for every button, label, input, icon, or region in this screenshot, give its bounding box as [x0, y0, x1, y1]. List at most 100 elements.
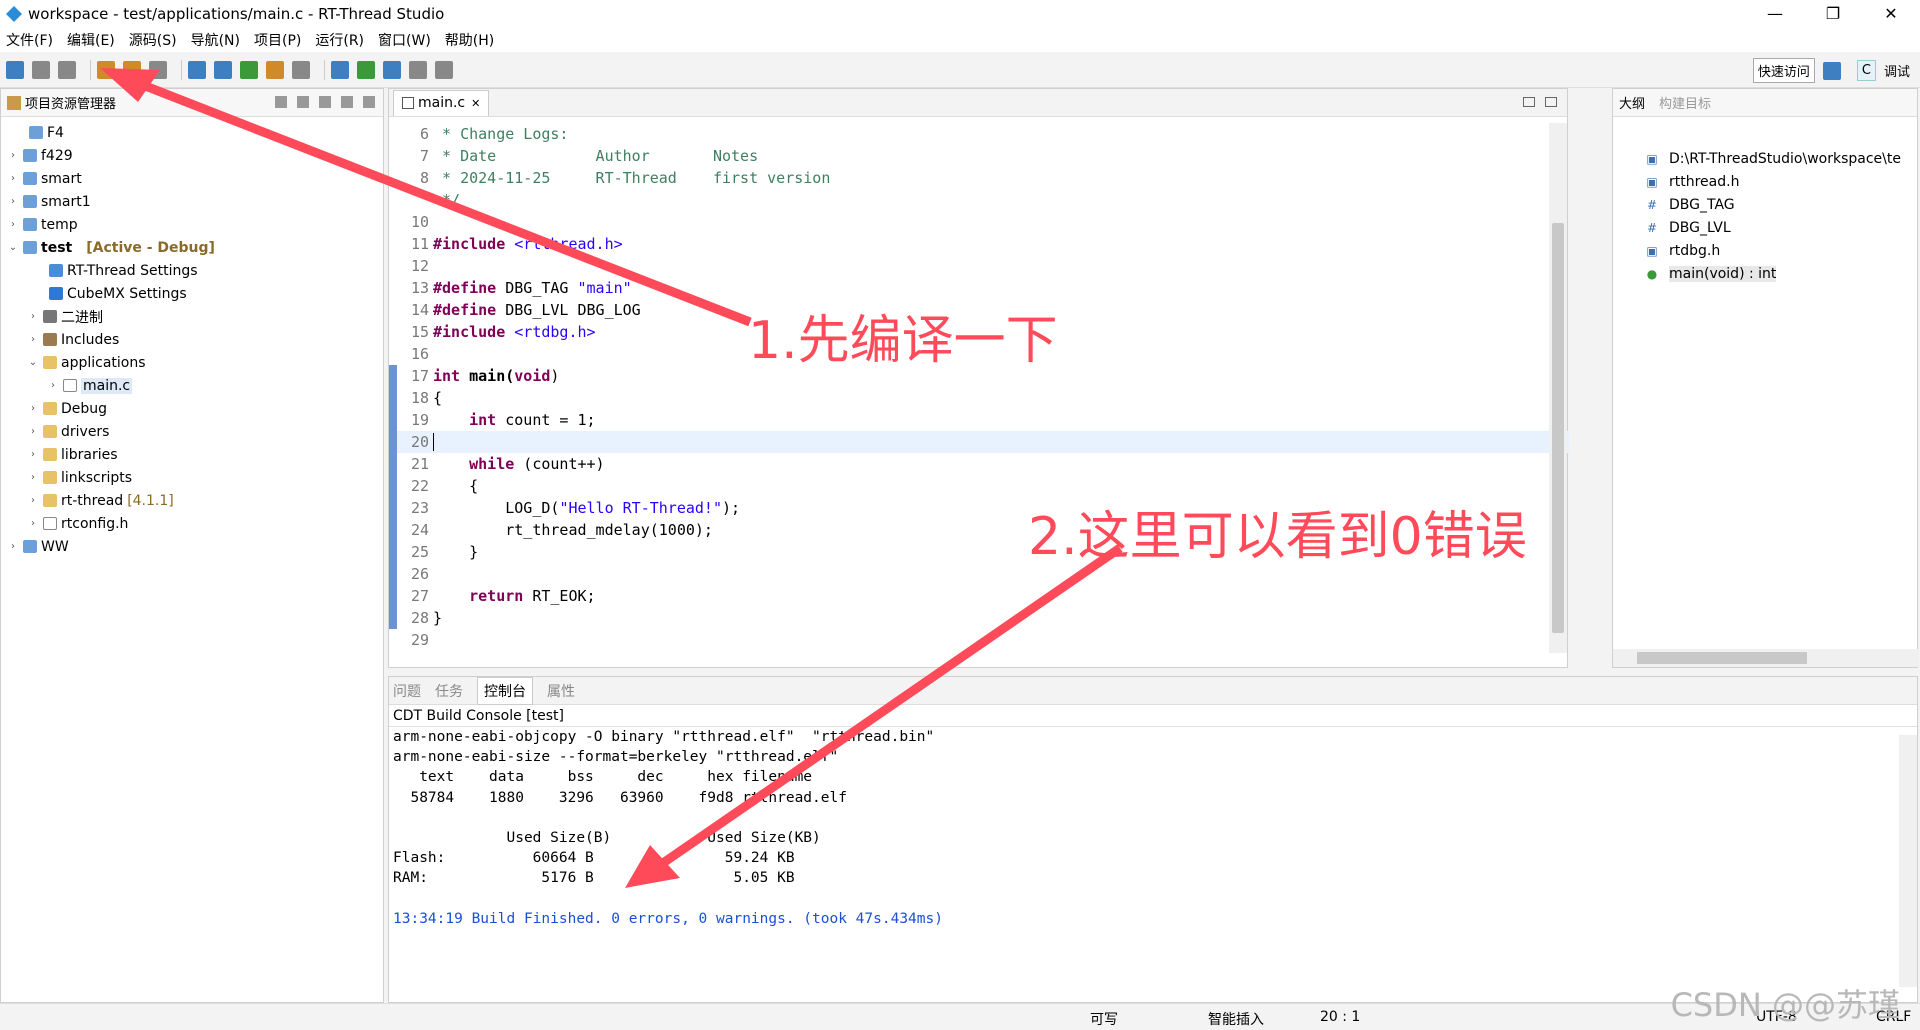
tab-problems[interactable]: 问题 — [393, 681, 421, 701]
console-vertical-scrollbar[interactable] — [1899, 735, 1917, 987]
save-icon[interactable] — [32, 60, 50, 79]
flash-download-icon[interactable] — [357, 60, 375, 79]
link-editor-icon[interactable] — [297, 96, 309, 108]
console-output[interactable]: arm-none-eabi-objcopy -O binary "rtthrea… — [389, 727, 1917, 931]
tree-item[interactable]: ⌄ applications — [1, 351, 383, 374]
editor-vertical-scrollbar[interactable] — [1549, 123, 1567, 653]
tree-item[interactable]: › Includes — [1, 328, 383, 351]
chevron-right-icon[interactable]: › — [27, 311, 39, 322]
tree-item[interactable]: F4 — [1, 121, 383, 144]
terminal-icon[interactable] — [188, 60, 206, 79]
tree-item[interactable]: › smart1 — [1, 190, 383, 213]
chevron-right-icon[interactable]: › — [7, 173, 19, 184]
tab-tasks[interactable]: 任务 — [435, 681, 463, 701]
outline-item[interactable]: ▣ rtthread.h — [1613, 170, 1917, 193]
chevron-right-icon[interactable]: › — [27, 518, 39, 529]
code-area[interactable]: 6 * Change Logs: 7 * Date Author Notes 8… — [389, 123, 1569, 653]
clean-icon[interactable] — [149, 60, 167, 79]
tree-item[interactable]: › 二进制 — [1, 305, 383, 328]
maximize-view-icon[interactable] — [1545, 97, 1557, 107]
tree-item[interactable]: › WW — [1, 535, 383, 558]
tree-item[interactable]: › rt-thread [4.1.1] — [1, 489, 383, 512]
project-explorer-tab[interactable]: 项目资源管理器 — [1, 89, 383, 117]
chevron-down-icon[interactable]: ⌄ — [7, 242, 19, 253]
outline-item[interactable]: ▣ D:\RT-ThreadStudio\workspace\te — [1613, 147, 1917, 170]
outline-item[interactable]: # DBG_TAG — [1613, 193, 1917, 216]
chevron-right-icon[interactable]: › — [7, 219, 19, 230]
search-icon[interactable] — [292, 60, 310, 79]
tab-console[interactable]: 控制台 — [477, 676, 533, 705]
menu-bar: 文件(F) 编辑(E) 源码(S) 导航(N) 项目(P) 运行(R) 窗口(W… — [0, 28, 1920, 52]
tree-item-selected[interactable]: › main.c — [1, 374, 383, 397]
chevron-right-icon[interactable]: › — [27, 472, 39, 483]
debug-bug-icon[interactable] — [240, 60, 258, 79]
scroll-thumb[interactable] — [1552, 223, 1564, 633]
chevron-right-icon[interactable]: › — [27, 426, 39, 437]
close-button[interactable]: ✕ — [1862, 0, 1920, 28]
new-icon[interactable] — [6, 60, 24, 79]
layers-icon[interactable] — [383, 60, 401, 79]
open-perspective-icon[interactable] — [1822, 61, 1841, 80]
tree-item[interactable]: › f429 — [1, 144, 383, 167]
menu-help[interactable]: 帮助(H) — [445, 30, 494, 50]
chevron-right-icon[interactable]: › — [7, 541, 19, 552]
build-hammer-icon[interactable] — [97, 60, 115, 79]
chevron-right-icon[interactable]: › — [27, 495, 39, 506]
tree-item-active-project[interactable]: ⌄ test [Active - Debug] — [1, 236, 383, 259]
chevron-right-icon[interactable]: › — [7, 150, 19, 161]
outline-tab[interactable]: 大纲 — [1619, 93, 1645, 112]
chevron-right-icon[interactable]: › — [7, 196, 19, 207]
chevron-right-icon[interactable]: › — [27, 334, 39, 345]
tree-item[interactable]: › drivers — [1, 420, 383, 443]
tree-item[interactable]: RT-Thread Settings — [1, 259, 383, 282]
download-icon[interactable] — [266, 60, 284, 79]
tree-item[interactable]: › rtconfig.h — [1, 512, 383, 535]
minimize-view-icon[interactable] — [341, 96, 353, 108]
outline-item-label: rtthread.h — [1669, 173, 1740, 190]
maximize-button[interactable]: ❐ — [1804, 0, 1862, 28]
editor-tab-main-c[interactable]: main.c ✕ — [393, 89, 490, 116]
perspective-debug-button[interactable]: 调试 — [1884, 61, 1910, 80]
save-all-icon[interactable] — [58, 60, 76, 79]
menu-source[interactable]: 源码(S) — [129, 30, 177, 50]
forward-arrow-icon[interactable] — [435, 60, 453, 79]
tree-item[interactable]: › smart — [1, 167, 383, 190]
chevron-right-icon[interactable]: › — [47, 380, 59, 391]
back-arrow-icon[interactable] — [409, 60, 427, 79]
build-targets-tab[interactable]: 构建目标 — [1659, 93, 1711, 112]
tree-item[interactable]: › temp — [1, 213, 383, 236]
scroll-thumb[interactable] — [1637, 652, 1807, 664]
chevron-right-icon[interactable]: › — [27, 449, 39, 460]
tree-item[interactable]: CubeMX Settings — [1, 282, 383, 305]
minimize-button[interactable]: — — [1746, 0, 1804, 28]
menu-file[interactable]: 文件(F) — [6, 30, 53, 50]
menu-run[interactable]: 运行(R) — [315, 30, 364, 50]
menu-navigate[interactable]: 导航(N) — [191, 30, 240, 50]
chevron-down-icon[interactable]: ⌄ — [27, 357, 39, 368]
menu-window[interactable]: 窗口(W) — [378, 30, 431, 50]
collapse-all-icon[interactable] — [275, 96, 287, 108]
minimize-view-icon[interactable] — [1523, 97, 1535, 107]
view-menu-icon[interactable] — [319, 96, 331, 108]
chevron-right-icon[interactable]: › — [27, 403, 39, 414]
sdk-manager-icon[interactable] — [331, 60, 349, 79]
maximize-view-icon[interactable] — [363, 96, 375, 108]
quick-access-button[interactable]: 快速访问 — [1752, 58, 1815, 83]
tree-item[interactable]: › linkscripts — [1, 466, 383, 489]
annotation-step2: 2.这里可以看到0错误 — [1028, 507, 1527, 567]
outline-item-selected[interactable]: ● main(void) : int — [1613, 262, 1917, 285]
menu-project[interactable]: 项目(P) — [254, 30, 301, 50]
outline-item[interactable]: # DBG_LVL — [1613, 216, 1917, 239]
close-tab-icon[interactable]: ✕ — [471, 97, 480, 110]
settings-gear-icon[interactable] — [214, 60, 232, 79]
outline-horizontal-scrollbar[interactable] — [1613, 649, 1919, 667]
perspective-c-button[interactable]: C — [1856, 60, 1876, 81]
rebuild-icon[interactable] — [123, 60, 141, 79]
active-build-status: [Active - Debug] — [86, 239, 215, 256]
tree-item[interactable]: › libraries — [1, 443, 383, 466]
tree-item[interactable]: › Debug — [1, 397, 383, 420]
menu-edit[interactable]: 编辑(E) — [67, 30, 115, 50]
outline-item[interactable]: ▣ rtdbg.h — [1613, 239, 1917, 262]
tree-item-label: 二进制 — [61, 309, 103, 326]
tab-properties[interactable]: 属性 — [547, 681, 575, 701]
